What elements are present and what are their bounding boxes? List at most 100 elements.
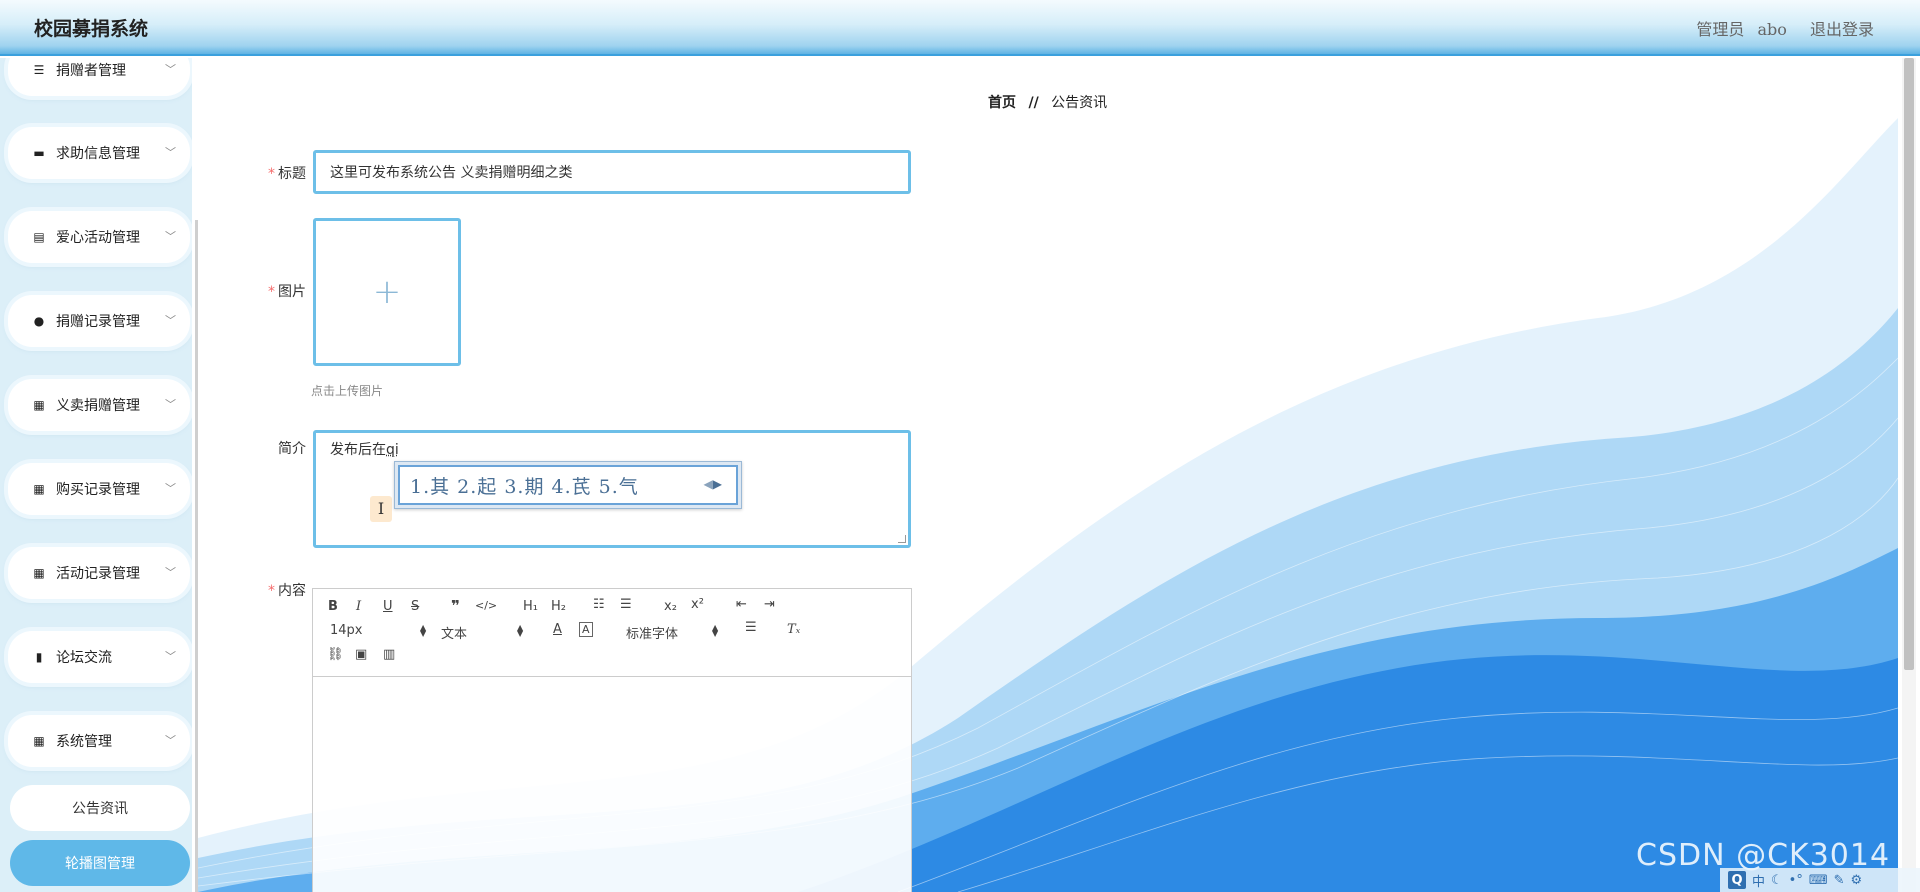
subscript-icon[interactable]: x₂: [664, 599, 677, 614]
app-title: 校园募捐系统: [34, 18, 149, 40]
ime-candidates[interactable]: 1.其 2.起 3.期 4.芪 5.气: [410, 472, 639, 499]
indent-icon[interactable]: ⇥: [764, 597, 775, 612]
chevron-down-icon: ﹀: [165, 566, 176, 579]
chevron-down-icon: ﹀: [165, 650, 176, 663]
content-label-text: 内容: [278, 583, 306, 599]
list-icon: ☰: [33, 63, 45, 77]
settings-icon[interactable]: ⚙: [1851, 873, 1863, 888]
upload-hint: 点击上传图片: [311, 384, 384, 398]
sidebar-item-label: 义卖捐赠管理: [56, 398, 140, 414]
grid-icon: ▦: [33, 398, 45, 412]
sidebar-item-purchase-record[interactable]: ▦ 购买记录管理 ﹀: [8, 463, 190, 515]
ime-candidate-window: 1.其 2.起 3.期 4.芪 5.气 ◀▶: [394, 461, 742, 509]
text-cursor-icon: I: [370, 496, 392, 522]
sidebar-item-label: 捐赠记录管理: [56, 314, 140, 330]
plus-icon: +: [372, 272, 402, 312]
sidebar-item-label: 活动记录管理: [56, 566, 140, 582]
clipboard-icon: ▤: [33, 230, 45, 244]
bold-icon[interactable]: B: [328, 599, 338, 614]
page-scrollbar[interactable]: [1902, 58, 1916, 892]
content-label: * 内容: [246, 580, 306, 600]
message-icon: ▬: [33, 146, 45, 160]
scrollbar-thumb[interactable]: [1904, 58, 1914, 670]
image-label: * 图片: [246, 281, 306, 301]
intro-pinyin: qi: [386, 442, 399, 458]
chevron-down-icon: ﹀: [165, 314, 176, 327]
italic-icon[interactable]: I: [356, 599, 361, 614]
top-header: 校园募捐系统 管理员 abo 退出登录: [0, 0, 1920, 56]
heading1-icon[interactable]: H₁: [523, 599, 538, 614]
editor-content-area[interactable]: [313, 677, 911, 892]
chevron-down-icon: ﹀: [165, 482, 176, 495]
logout-button[interactable]: 退出登录: [1810, 20, 1874, 39]
sidebar-item-forum[interactable]: ▮ 论坛交流 ﹀: [8, 631, 190, 683]
image-uploader[interactable]: +: [313, 218, 461, 366]
chevron-down-icon: ﹀: [165, 146, 176, 159]
sidebar-subitem-carousel[interactable]: 轮播图管理: [10, 840, 190, 886]
ime-tray: Q 中 ☾ •° ⌨ ✎ ⚙: [1720, 868, 1920, 892]
prev-page-icon[interactable]: ◀: [704, 477, 713, 491]
code-icon[interactable]: </>: [475, 599, 497, 612]
heading2-icon[interactable]: H₂: [551, 599, 566, 614]
background-color-icon[interactable]: A: [579, 622, 593, 637]
grid-icon: ▦: [33, 734, 45, 748]
sidebar-item-system[interactable]: ▦ 系统管理 ﹀: [8, 715, 190, 767]
text-style-select[interactable]: 文本 ▲ ▼: [441, 623, 523, 643]
sidebar-item-activity-record[interactable]: ▦ 活动记录管理 ﹀: [8, 547, 190, 599]
underline-icon[interactable]: U: [383, 599, 393, 614]
sidebar-item-donation-record[interactable]: ● 捐赠记录管理 ﹀: [8, 295, 190, 347]
select-arrows-icon: ▲ ▼: [712, 623, 719, 638]
sidebar-item-help-info[interactable]: ▬ 求助信息管理 ﹀: [8, 127, 190, 179]
sidebar-item-donor[interactable]: ☰ 捐赠者管理 ﹀: [8, 58, 190, 96]
resize-handle-icon[interactable]: [898, 535, 906, 543]
image-icon[interactable]: ▣: [355, 647, 367, 662]
clean-format-icon[interactable]: Tₓ: [787, 622, 800, 637]
title-label-text: 标题: [278, 166, 306, 182]
sidebar-item-label: 求助信息管理: [56, 146, 140, 162]
required-mark: *: [268, 284, 275, 300]
image-label-text: 图片: [278, 284, 306, 300]
strike-icon[interactable]: S: [411, 599, 419, 614]
editor-toolbar: B I U S ❞ </> H₁ H₂ ☷ ☰ x₂ x² ⇤ ⇥ 14px ▲…: [313, 589, 911, 677]
sidebar-item-charity-activity[interactable]: ▤ 爱心活动管理 ﹀: [8, 211, 190, 263]
text-style-value: 文本: [441, 627, 468, 642]
breadcrumb-separator: //: [1028, 95, 1039, 111]
blockquote-icon[interactable]: ❞: [451, 597, 460, 615]
intro-text: 发布后在: [330, 442, 386, 458]
book-icon: ▮: [35, 650, 43, 664]
username: abo: [1757, 20, 1787, 39]
sidebar-subitem-announcement[interactable]: 公告资讯: [10, 785, 190, 831]
ime-logo-icon[interactable]: Q: [1728, 871, 1746, 889]
tools-icon[interactable]: ✎: [1834, 873, 1845, 888]
sidebar-item-label: 论坛交流: [56, 650, 112, 666]
link-icon[interactable]: ⛓: [327, 647, 344, 662]
sidebar-item-charity-sale[interactable]: ▦ 义卖捐赠管理 ﹀: [8, 379, 190, 431]
superscript-icon[interactable]: x²: [691, 597, 704, 612]
breadcrumb-home[interactable]: 首页: [988, 95, 1016, 111]
chevron-up-icon: ﹀: [165, 734, 176, 747]
outdent-icon[interactable]: ⇤: [736, 597, 747, 612]
font-family-select[interactable]: 标准字体 ▲ ▼: [626, 623, 718, 643]
bullet-list-icon[interactable]: ☰: [620, 597, 632, 612]
moon-icon[interactable]: ☾: [1771, 873, 1783, 888]
next-page-icon[interactable]: ▶: [713, 477, 722, 491]
font-size-select[interactable]: 14px ▲ ▼: [330, 623, 426, 638]
rich-text-editor: B I U S ❞ </> H₁ H₂ ☷ ☰ x₂ x² ⇤ ⇥ 14px ▲…: [312, 588, 912, 892]
chinese-mode-icon[interactable]: 中: [1752, 871, 1765, 890]
keyboard-icon[interactable]: ⌨: [1809, 873, 1828, 888]
align-icon[interactable]: ☰: [745, 620, 757, 635]
ordered-list-icon[interactable]: ☷: [593, 597, 605, 612]
required-mark: *: [268, 166, 275, 182]
chevron-down-icon: ﹀: [165, 230, 176, 243]
select-arrows-icon: ▲ ▼: [420, 623, 427, 638]
video-icon[interactable]: ▥: [383, 647, 395, 662]
punctuation-icon[interactable]: •°: [1789, 873, 1803, 888]
title-input[interactable]: 这里可发布系统公告 义卖捐赠明细之类: [313, 150, 911, 194]
intro-label: 简介: [278, 441, 306, 457]
select-arrows-icon: ▲ ▼: [517, 623, 524, 638]
ime-page-nav[interactable]: ◀▶: [704, 477, 722, 491]
sidebar-item-label: 捐赠者管理: [56, 63, 126, 79]
sidebar-item-label: 购买记录管理: [56, 482, 140, 498]
font-color-icon[interactable]: A: [553, 622, 562, 637]
sidebar: ☰ 捐赠者管理 ﹀ ▬ 求助信息管理 ﹀ ▤ 爱心活动管理 ﹀ ● 捐赠记录管理…: [0, 58, 192, 892]
